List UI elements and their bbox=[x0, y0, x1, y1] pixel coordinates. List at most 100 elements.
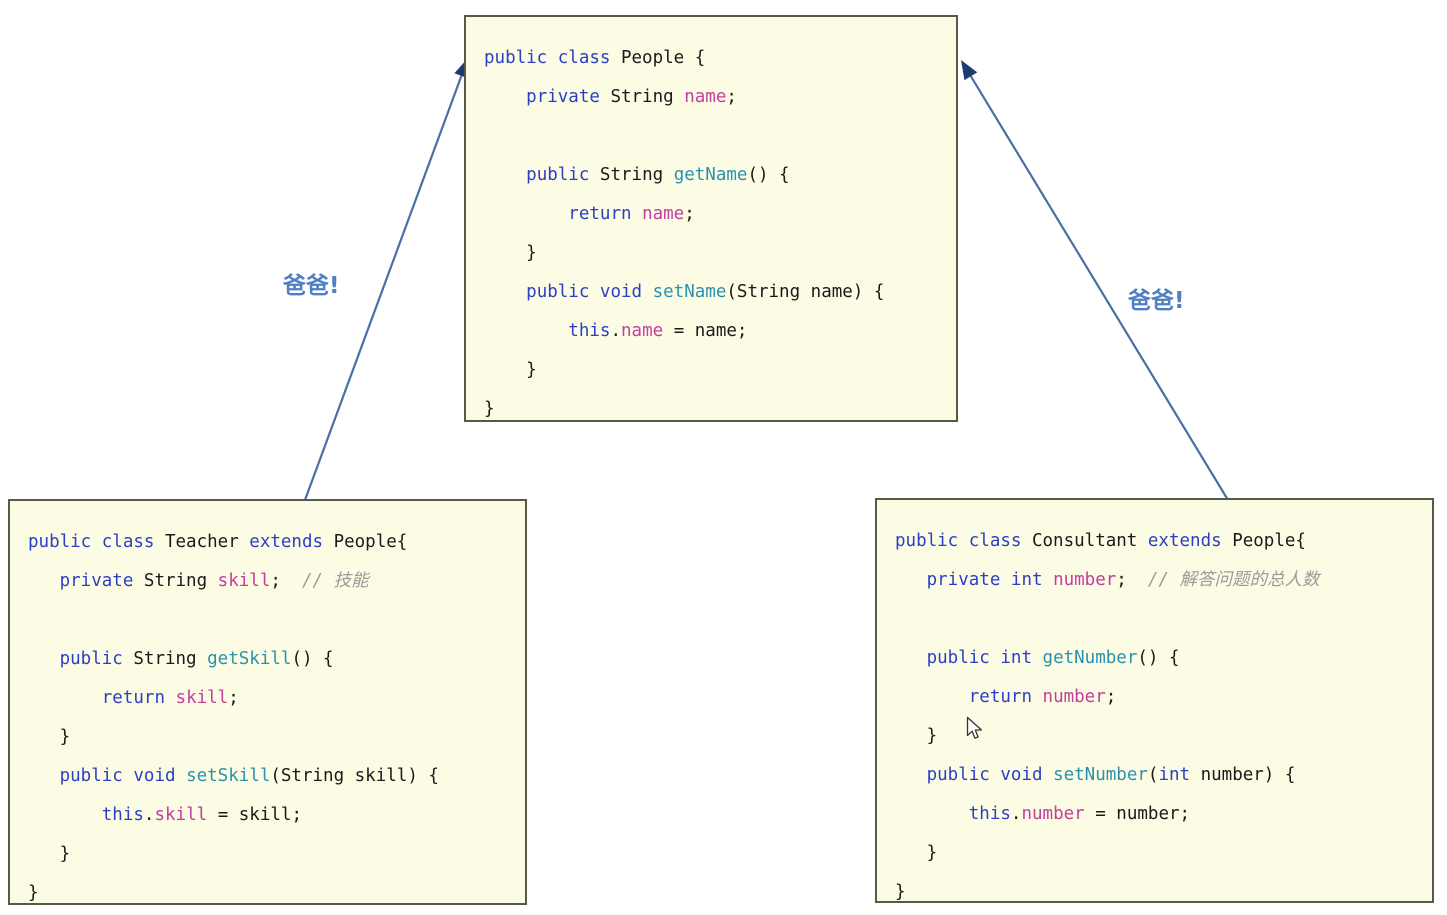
class-box-people[interactable]: public class People { private String nam… bbox=[464, 15, 958, 422]
code-line: public int getNumber() { bbox=[877, 639, 1432, 678]
code-token: = name; bbox=[663, 321, 748, 341]
code-token: } bbox=[28, 883, 39, 903]
code-line: } bbox=[466, 351, 956, 390]
code-line: public class People { bbox=[466, 39, 956, 78]
code-token: ; bbox=[270, 571, 302, 591]
code-line: } bbox=[10, 718, 525, 757]
code-token: this bbox=[101, 805, 144, 825]
code-token: class bbox=[101, 532, 165, 552]
edge-label-teacher-people: 爸爸! bbox=[283, 273, 340, 299]
code-token: private bbox=[59, 571, 144, 591]
code-line: } bbox=[877, 834, 1432, 873]
code-token: public bbox=[484, 48, 558, 68]
code-token: 技能 bbox=[333, 571, 369, 591]
code-token: int bbox=[1010, 570, 1054, 590]
code-token: Teacher bbox=[164, 532, 250, 552]
code-token: number bbox=[1021, 804, 1085, 824]
code-line: public class Consultant extends People{ bbox=[877, 522, 1432, 561]
code-token: class bbox=[968, 531, 1032, 551]
code-token: getNumber bbox=[1042, 648, 1138, 668]
code-token: name bbox=[684, 87, 727, 107]
code-token: getName bbox=[673, 165, 748, 185]
code-token: skill bbox=[217, 571, 271, 591]
code-line: public void setSkill(String skill) { bbox=[10, 757, 525, 796]
code-token: () { bbox=[291, 649, 334, 669]
class-box-teacher[interactable]: public class Teacher extends People{ pri… bbox=[8, 499, 527, 905]
code-line: this.name = name; bbox=[466, 312, 956, 351]
code-token: private bbox=[526, 87, 611, 107]
code-token: ; bbox=[1105, 687, 1117, 707]
code-token: number bbox=[1042, 687, 1106, 707]
code-token: public bbox=[526, 282, 600, 302]
code-line: } bbox=[466, 234, 956, 273]
code-token: . bbox=[610, 321, 621, 341]
code-token: } bbox=[28, 727, 71, 747]
code-token: ; bbox=[228, 688, 239, 708]
code-token: public bbox=[28, 532, 102, 552]
code-token: People { bbox=[620, 48, 706, 68]
code-token: . bbox=[143, 805, 155, 825]
code-token: // bbox=[301, 571, 334, 591]
code-token: } bbox=[28, 844, 71, 864]
code-token: getSkill bbox=[207, 649, 292, 669]
code-token: public bbox=[926, 765, 1001, 785]
code-token: ; bbox=[684, 204, 695, 224]
code-token: class bbox=[557, 48, 621, 68]
code-token: Consultant bbox=[1031, 531, 1148, 551]
code-token: public bbox=[59, 766, 134, 786]
code-token: void bbox=[599, 282, 653, 302]
code-token: return bbox=[568, 204, 643, 224]
code-line: public String getName() { bbox=[466, 156, 956, 195]
code-line: return name; bbox=[466, 195, 956, 234]
code-block-people: public class People { private String nam… bbox=[466, 17, 956, 420]
code-line: } bbox=[466, 390, 956, 420]
code-token: } bbox=[895, 726, 938, 746]
code-token: int bbox=[1158, 765, 1201, 785]
class-box-consultant[interactable]: public class Consultant extends People{ … bbox=[875, 498, 1434, 903]
code-token: this bbox=[968, 804, 1011, 824]
code-token: public bbox=[895, 531, 969, 551]
code-token: (String skill) { bbox=[270, 766, 439, 786]
code-token: 解答问题的总人数 bbox=[1179, 570, 1320, 590]
code-token: } bbox=[484, 399, 495, 419]
code-token: People{ bbox=[333, 532, 408, 552]
code-line: public String getSkill() { bbox=[10, 640, 525, 679]
code-token: String bbox=[143, 571, 218, 591]
code-line: return skill; bbox=[10, 679, 525, 718]
code-line: } bbox=[10, 874, 525, 903]
code-token: ; bbox=[1116, 570, 1148, 590]
code-block-teacher: public class Teacher extends People{ pri… bbox=[10, 501, 525, 903]
code-token: public bbox=[526, 165, 600, 185]
code-line: private int number; // 解答问题的总人数 bbox=[877, 561, 1432, 600]
code-token: () { bbox=[747, 165, 790, 185]
code-token: return bbox=[101, 688, 176, 708]
code-token: ( bbox=[1147, 765, 1159, 785]
code-token: number) { bbox=[1200, 765, 1296, 785]
code-token: People{ bbox=[1232, 531, 1306, 551]
code-token: number bbox=[1053, 570, 1117, 590]
edge-line-consultant-people bbox=[967, 71, 1229, 501]
code-line: } bbox=[877, 873, 1432, 902]
code-token: } bbox=[895, 882, 906, 902]
code-line: return number; bbox=[877, 678, 1432, 717]
code-token: void bbox=[133, 766, 187, 786]
code-token: } bbox=[895, 843, 938, 863]
arrowhead-consultant-people bbox=[961, 60, 978, 81]
code-token: (String name) { bbox=[726, 282, 885, 302]
code-line: this.number = number; bbox=[877, 795, 1432, 834]
code-token: extends bbox=[1147, 531, 1233, 551]
code-token: private bbox=[926, 570, 1011, 590]
code-token: skill bbox=[154, 805, 208, 825]
code-line: } bbox=[10, 835, 525, 874]
